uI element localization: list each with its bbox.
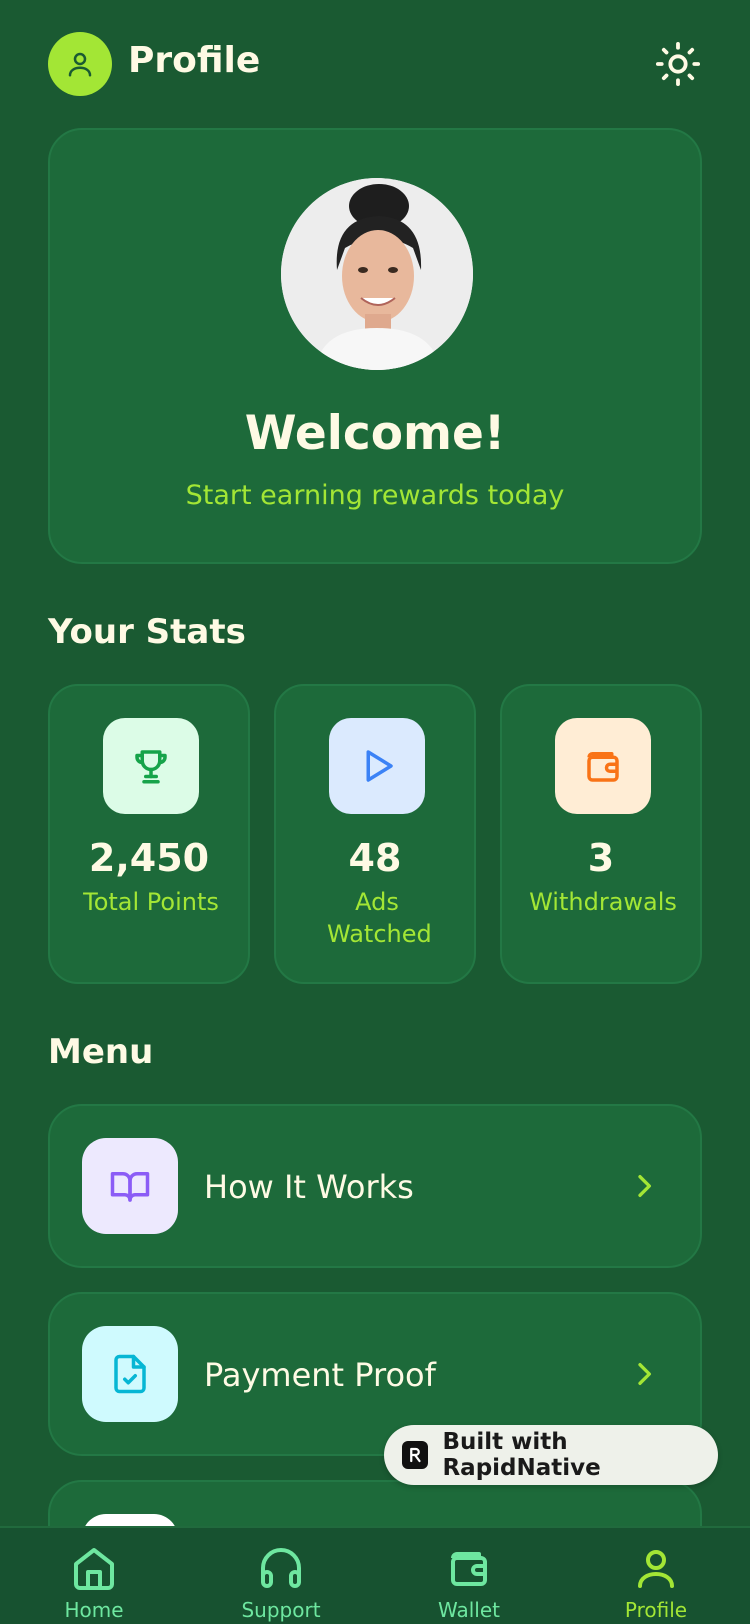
welcome-subtitle: Start earning rewards today: [185, 480, 565, 511]
nav-item-home[interactable]: Home: [0, 1528, 188, 1624]
chevron-right-icon: [638, 1363, 651, 1385]
stat-card-withdrawals[interactable]: 3 Withdrawals: [500, 684, 702, 984]
nav-label: Support: [241, 1598, 321, 1622]
header: Profile: [0, 0, 750, 130]
stat-icon-box: [103, 718, 199, 814]
wallet-icon: [451, 1552, 487, 1586]
nav-item-support[interactable]: Support: [187, 1528, 375, 1624]
bottom-navigation: Home Support Wallet Profile: [0, 1526, 750, 1624]
menu-section-title: Menu: [48, 1032, 154, 1072]
nav-item-wallet[interactable]: Wallet: [375, 1528, 563, 1624]
user-icon: [68, 52, 92, 77]
menu-icon-box: [82, 1138, 178, 1234]
rapidnative-logo-icon: [402, 1441, 429, 1469]
avatar[interactable]: [48, 32, 112, 96]
headphones-icon: [261, 1548, 301, 1588]
chevron-right-icon: [638, 1175, 651, 1197]
menu-item-label: How It Works: [204, 1168, 414, 1206]
menu-item-how-it-works[interactable]: How It Works: [48, 1104, 702, 1268]
welcome-title: Welcome!: [244, 406, 506, 461]
trophy-icon: [135, 750, 167, 784]
profile-card: Welcome! Start earning rewards today: [48, 128, 702, 564]
stat-card-points[interactable]: 2,450 Total Points: [48, 684, 250, 984]
nav-item-profile[interactable]: Profile: [562, 1528, 750, 1624]
play-icon: [366, 750, 393, 782]
home-icon: [74, 1548, 114, 1590]
stat-card-ads[interactable]: 48 Ads Watched: [274, 684, 476, 984]
theme-toggle-button[interactable]: [652, 38, 704, 90]
menu-icon-box: [82, 1326, 178, 1422]
profile-photo[interactable]: [281, 178, 473, 370]
menu-item-label: Payment Proof: [204, 1356, 436, 1394]
sun-icon: [655, 41, 701, 87]
wallet-icon: [587, 752, 619, 782]
stats-section-title: Your Stats: [48, 612, 246, 652]
stat-label: Withdrawals: [529, 888, 677, 916]
stat-label: Ads Watched: [327, 888, 432, 948]
stat-label: Total Points: [83, 888, 219, 916]
user-icon: [638, 1550, 674, 1588]
stat-icon-box: [555, 718, 651, 814]
stat-icon-box: [329, 718, 425, 814]
built-with-text: Built with RapidNative: [442, 1429, 601, 1481]
nav-label: Profile: [624, 1598, 688, 1622]
nav-label: Home: [64, 1598, 124, 1622]
stat-value: 2,450: [88, 836, 210, 880]
page-title: Profile: [128, 40, 261, 81]
stat-value: 3: [587, 836, 615, 880]
built-with-badge[interactable]: Built with RapidNative: [384, 1425, 718, 1485]
stat-value: 48: [348, 836, 402, 880]
file-check-icon: [114, 1354, 146, 1394]
book-open-icon: [110, 1172, 150, 1202]
nav-label: Wallet: [437, 1598, 500, 1622]
